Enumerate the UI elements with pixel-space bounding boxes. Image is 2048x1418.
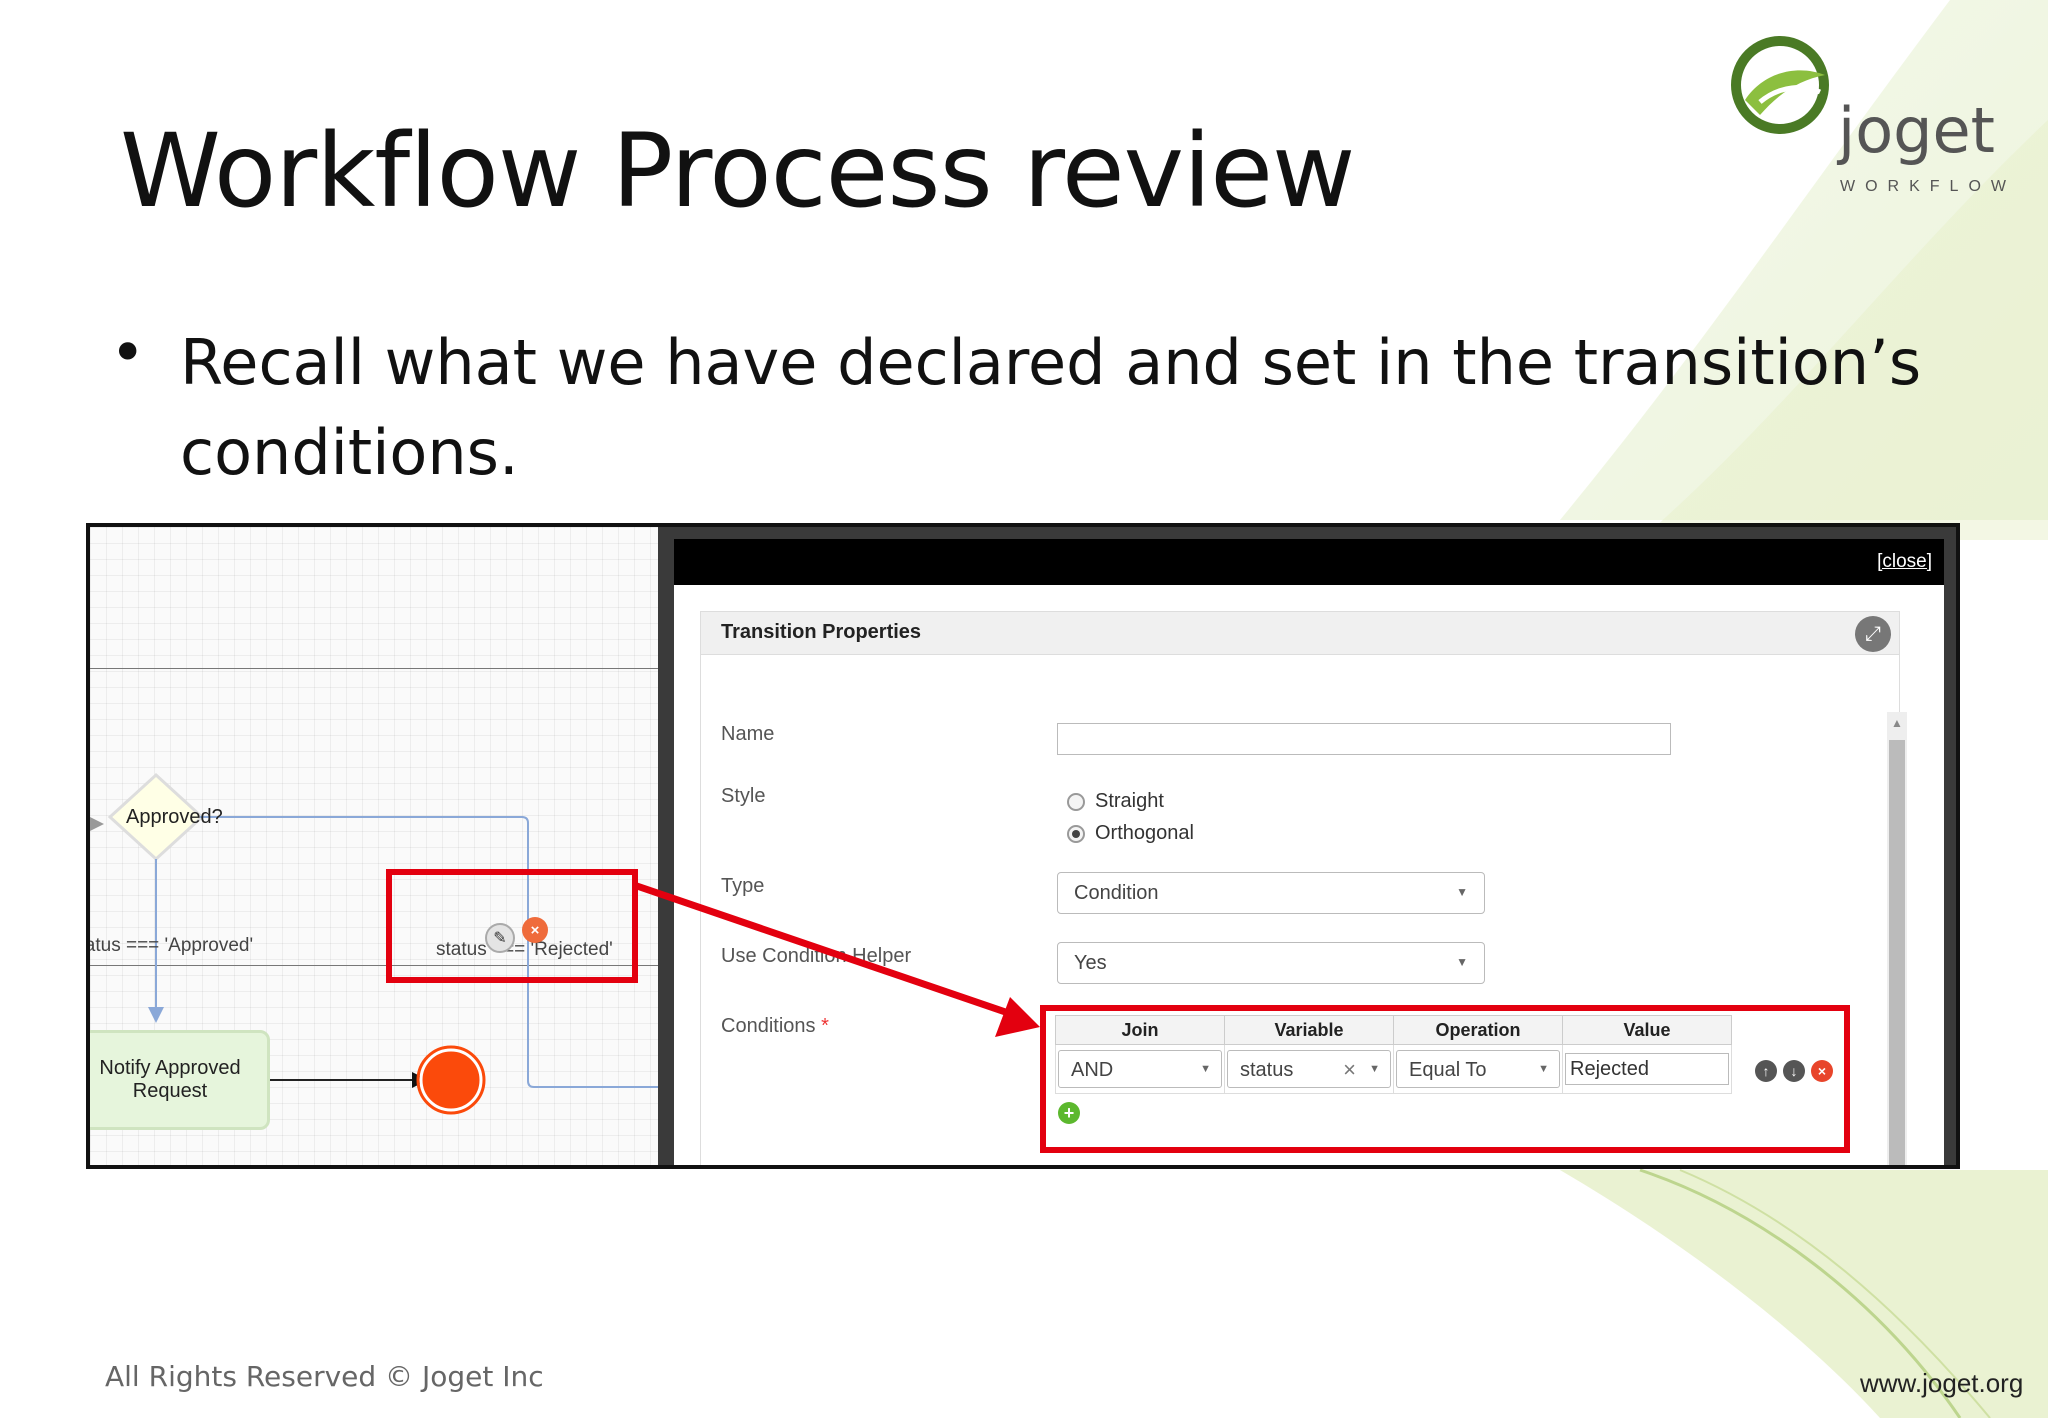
condition-helper-value: Yes — [1074, 952, 1107, 974]
name-label: Name — [721, 723, 775, 745]
bullet-marker: • — [110, 318, 146, 388]
dialog-scrollbar[interactable]: ▲ — [1887, 712, 1907, 1165]
style-option-label: Orthogonal — [1095, 822, 1194, 844]
task-label: Notify Approved — [99, 1057, 241, 1079]
footer-copyright: All Rights Reserved © Joget Inc — [105, 1360, 544, 1393]
close-link[interactable]: [close] — [1877, 551, 1932, 573]
style-option-orthogonal[interactable]: Orthogonal — [1067, 822, 1194, 845]
scroll-thumb[interactable] — [1889, 740, 1905, 1165]
style-option-straight[interactable]: Straight — [1067, 790, 1164, 813]
highlight-box-conditions — [1040, 1005, 1850, 1153]
chevron-down-icon: ▼ — [1456, 955, 1468, 969]
style-label: Style — [721, 785, 766, 807]
conditions-label-text: Conditions — [721, 1015, 816, 1037]
condition-helper-label: Use Condition Helper — [721, 945, 912, 967]
chevron-down-icon: ▼ — [1456, 885, 1468, 899]
joget-logo: joget WORKFLOW — [1720, 30, 2020, 210]
highlight-box-canvas — [386, 869, 638, 983]
type-select[interactable]: Condition ▼ — [1057, 872, 1485, 914]
radio-checked-icon[interactable] — [1067, 824, 1085, 843]
bullet-text: Recall what we have declared and set in … — [180, 326, 1922, 489]
conditions-label: Conditions * — [721, 1015, 829, 1038]
condition-helper-select[interactable]: Yes ▼ — [1057, 942, 1485, 984]
expand-icon[interactable]: ⤢ — [1855, 616, 1891, 652]
workflow-screenshot: Approved? status === 'Approved' status =… — [86, 523, 1960, 1169]
name-input[interactable] — [1057, 723, 1671, 755]
process-canvas: Approved? status === 'Approved' status =… — [90, 527, 660, 1165]
type-select-value: Condition — [1074, 882, 1159, 904]
logo-wordmark: joget — [1838, 94, 1995, 167]
decision-label: Approved? — [126, 806, 223, 828]
notify-approved-task[interactable]: Notify Approved Request — [90, 1030, 270, 1130]
radio-icon[interactable] — [1067, 792, 1085, 811]
style-option-label: Straight — [1095, 790, 1164, 812]
task-label: Request — [132, 1080, 208, 1102]
panel-header: Transition Properties ⤢ — [701, 612, 1899, 655]
required-mark: * — [821, 1015, 829, 1037]
scroll-up-icon[interactable]: ▲ — [1891, 716, 1903, 730]
dialog-titlebar: [close] — [674, 539, 1944, 585]
logo-tagline: WORKFLOW — [1840, 178, 2016, 195]
panel-title: Transition Properties — [721, 621, 922, 643]
slide-title: Workflow Process review — [120, 112, 1355, 231]
approved-condition-label: status === 'Approved' — [86, 935, 254, 956]
type-label: Type — [721, 875, 765, 897]
footer-url: www.joget.org — [1860, 1368, 2024, 1398]
